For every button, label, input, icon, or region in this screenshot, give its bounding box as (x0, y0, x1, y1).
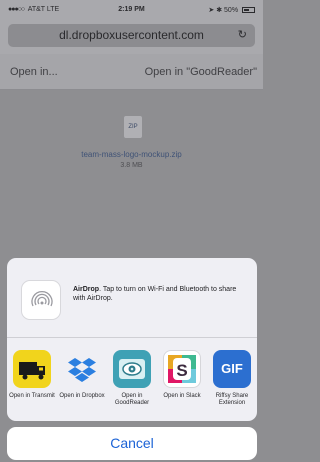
battery-percent: 50% (224, 7, 239, 14)
app-label: Open in Transmit (9, 393, 55, 399)
app-label: Riffsy Share Extension (215, 393, 249, 406)
share-app-riffsy[interactable]: GIF Riffsy Share Extension (207, 350, 257, 407)
airdrop-description: AirDrop. Tap to turn on Wi-Fi and Blueto… (73, 285, 248, 303)
airdrop-title: AirDrop (73, 286, 100, 293)
share-app-goodreader[interactable]: Open in GoodReader (107, 350, 157, 407)
share-app-transmit[interactable]: Open in Transmit (7, 350, 57, 400)
riffsy-gif-icon[interactable]: GIF (213, 350, 251, 388)
status-right: ➤ ✱ 50% (208, 6, 255, 14)
transmit-truck-icon[interactable] (13, 350, 51, 388)
slack-icon[interactable]: S (163, 350, 201, 388)
url-text: dl.dropboxusercontent.com (59, 28, 204, 42)
svg-text:S: S (176, 361, 187, 380)
airdrop-icon[interactable] (21, 280, 61, 320)
cancel-button[interactable]: Cancel (7, 427, 257, 460)
app-label: Open in Dropbox (59, 393, 105, 399)
dropbox-icon[interactable] (63, 350, 101, 388)
open-in-bar: Open in... Open in "GoodReader" (0, 54, 263, 90)
goodreader-eye-icon[interactable] (113, 350, 151, 388)
file-size: 3.8 MB (120, 162, 143, 169)
battery-icon (242, 7, 255, 13)
reload-icon[interactable]: ↻ (238, 24, 247, 47)
share-sheet: AirDrop. Tap to turn on Wi-Fi and Blueto… (7, 258, 257, 421)
bluetooth-icon: ✱ (216, 7, 223, 14)
airdrop-section[interactable]: AirDrop. Tap to turn on Wi-Fi and Blueto… (7, 258, 257, 338)
app-label: Open in GoodReader (114, 393, 150, 406)
open-in-button[interactable]: Open in... (10, 66, 58, 78)
file-name: team-mass-logo-mockup.zip (81, 150, 182, 159)
zip-file-icon: ZIP (124, 116, 142, 138)
location-icon: ➤ (208, 7, 215, 14)
address-bar[interactable]: dl.dropboxusercontent.com ↻ (8, 24, 255, 47)
address-bar-container: dl.dropboxusercontent.com ↻ (0, 20, 263, 54)
open-in-goodreader-button[interactable]: Open in "GoodReader" (145, 66, 257, 78)
app-label: Open in Slack (163, 393, 201, 399)
share-app-slack[interactable]: S Open in Slack (157, 350, 207, 400)
app-row: Open in Transmit Open in Dropbox Open in… (7, 340, 257, 421)
share-app-dropbox[interactable]: Open in Dropbox (57, 350, 107, 400)
status-bar: ●●●○○ AT&T LTE 2:19 PM ➤ ✱ 50% (0, 0, 263, 20)
